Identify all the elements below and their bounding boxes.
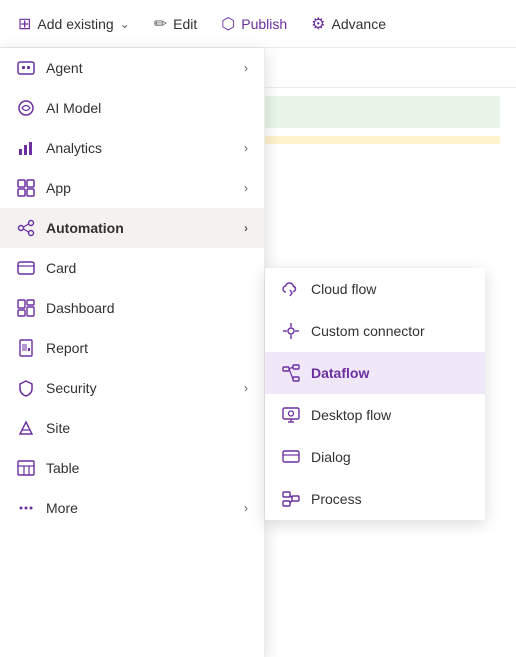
ai-model-item-left: AI Model <box>16 98 101 118</box>
automation-icon <box>16 218 36 238</box>
add-existing-icon: ⊞ <box>18 14 31 34</box>
ai-model-label: AI Model <box>46 100 101 116</box>
custom-connector-icon <box>281 321 301 341</box>
site-item-left: Site <box>16 418 70 438</box>
sidebar-item-automation[interactable]: Automation › <box>0 208 264 248</box>
report-item-left: Report <box>16 338 88 358</box>
sidebar-item-more[interactable]: More › <box>0 488 264 528</box>
dialog-label: Dialog <box>311 449 351 465</box>
card-label: Card <box>46 260 76 276</box>
more-label: More <box>46 500 78 516</box>
publish-button[interactable]: ⬡ Publish <box>211 8 297 40</box>
automation-submenu: Cloud flow Custom connector <box>265 268 485 520</box>
site-icon <box>16 418 36 438</box>
cloud-flow-icon <box>281 279 301 299</box>
more-item-left: More <box>16 498 78 518</box>
table-item-left: Table <box>16 458 79 478</box>
toolbar: ⊞ Add existing ⌄ ✏ Edit ⬡ Publish ⚙ Adva… <box>0 0 516 48</box>
app-icon <box>16 178 36 198</box>
submenu-item-custom-connector[interactable]: Custom connector <box>265 310 485 352</box>
dashboard-item-left: Dashboard <box>16 298 115 318</box>
more-icon <box>16 498 36 518</box>
sidebar-item-app[interactable]: App › <box>0 168 264 208</box>
dataflow-label: Dataflow <box>311 365 369 381</box>
add-existing-button[interactable]: ⊞ Add existing ⌄ <box>8 8 140 40</box>
automation-chevron-icon: › <box>244 221 248 235</box>
submenu-item-cloud-flow[interactable]: Cloud flow <box>265 268 485 310</box>
edit-button[interactable]: ✏ Edit <box>144 8 208 40</box>
site-label: Site <box>46 420 70 436</box>
process-label: Process <box>311 491 362 507</box>
edit-label: Edit <box>173 16 197 32</box>
automation-item-left: Automation <box>16 218 124 238</box>
dialog-icon <box>281 447 301 467</box>
submenu-item-dataflow[interactable]: Dataflow <box>265 352 485 394</box>
app-chevron-icon: › <box>244 181 248 195</box>
security-icon <box>16 378 36 398</box>
submenu-item-desktop-flow[interactable]: Desktop flow <box>265 394 485 436</box>
app-label: App <box>46 180 71 196</box>
ai-model-icon <box>16 98 36 118</box>
publish-label: Publish <box>241 16 287 32</box>
advance-label: Advance <box>332 16 386 32</box>
dataflow-icon <box>281 363 301 383</box>
agent-label: Agent <box>46 60 83 76</box>
sidebar-item-card[interactable]: Card <box>0 248 264 288</box>
analytics-item-left: Analytics <box>16 138 102 158</box>
primary-dropdown: Agent › AI Model <box>0 48 265 657</box>
sidebar-item-table[interactable]: Table <box>0 448 264 488</box>
desktop-flow-icon <box>281 405 301 425</box>
add-existing-label: Add existing <box>37 16 113 32</box>
sidebar-item-dashboard[interactable]: Dashboard <box>0 288 264 328</box>
sidebar-item-report[interactable]: Report <box>0 328 264 368</box>
cloud-flow-label: Cloud flow <box>311 281 376 297</box>
analytics-chevron-icon: › <box>244 141 248 155</box>
add-existing-chevron-icon: ⌄ <box>120 17 130 31</box>
agent-item-left: Agent <box>16 58 83 78</box>
sidebar-item-security[interactable]: Security › <box>0 368 264 408</box>
publish-icon: ⬡ <box>221 14 235 34</box>
table-label: Table <box>46 460 79 476</box>
agent-chevron-icon: › <box>244 61 248 75</box>
submenu-item-process[interactable]: Process <box>265 478 485 520</box>
process-icon <box>281 489 301 509</box>
security-label: Security <box>46 380 97 396</box>
more-chevron-icon: › <box>244 501 248 515</box>
card-icon <box>16 258 36 278</box>
agent-icon <box>16 58 36 78</box>
sidebar-item-agent[interactable]: Agent › <box>0 48 264 88</box>
dashboard-label: Dashboard <box>46 300 115 316</box>
sidebar-item-ai-model[interactable]: AI Model <box>0 88 264 128</box>
dashboard-icon <box>16 298 36 318</box>
submenu-item-dialog[interactable]: Dialog <box>265 436 485 478</box>
analytics-label: Analytics <box>46 140 102 156</box>
app-item-left: App <box>16 178 71 198</box>
analytics-icon <box>16 138 36 158</box>
main-area: Name Agent › <box>0 48 516 657</box>
automation-label: Automation <box>46 220 124 236</box>
security-item-left: Security <box>16 378 97 398</box>
desktop-flow-label: Desktop flow <box>311 407 391 423</box>
edit-icon: ✏ <box>154 14 167 34</box>
advance-button[interactable]: ⚙ Advance <box>301 8 396 40</box>
sidebar-item-analytics[interactable]: Analytics › <box>0 128 264 168</box>
card-item-left: Card <box>16 258 76 278</box>
custom-connector-label: Custom connector <box>311 323 425 339</box>
sidebar-item-site[interactable]: Site <box>0 408 264 448</box>
table-icon <box>16 458 36 478</box>
report-icon <box>16 338 36 358</box>
report-label: Report <box>46 340 88 356</box>
security-chevron-icon: › <box>244 381 248 395</box>
advance-icon: ⚙ <box>311 14 325 34</box>
